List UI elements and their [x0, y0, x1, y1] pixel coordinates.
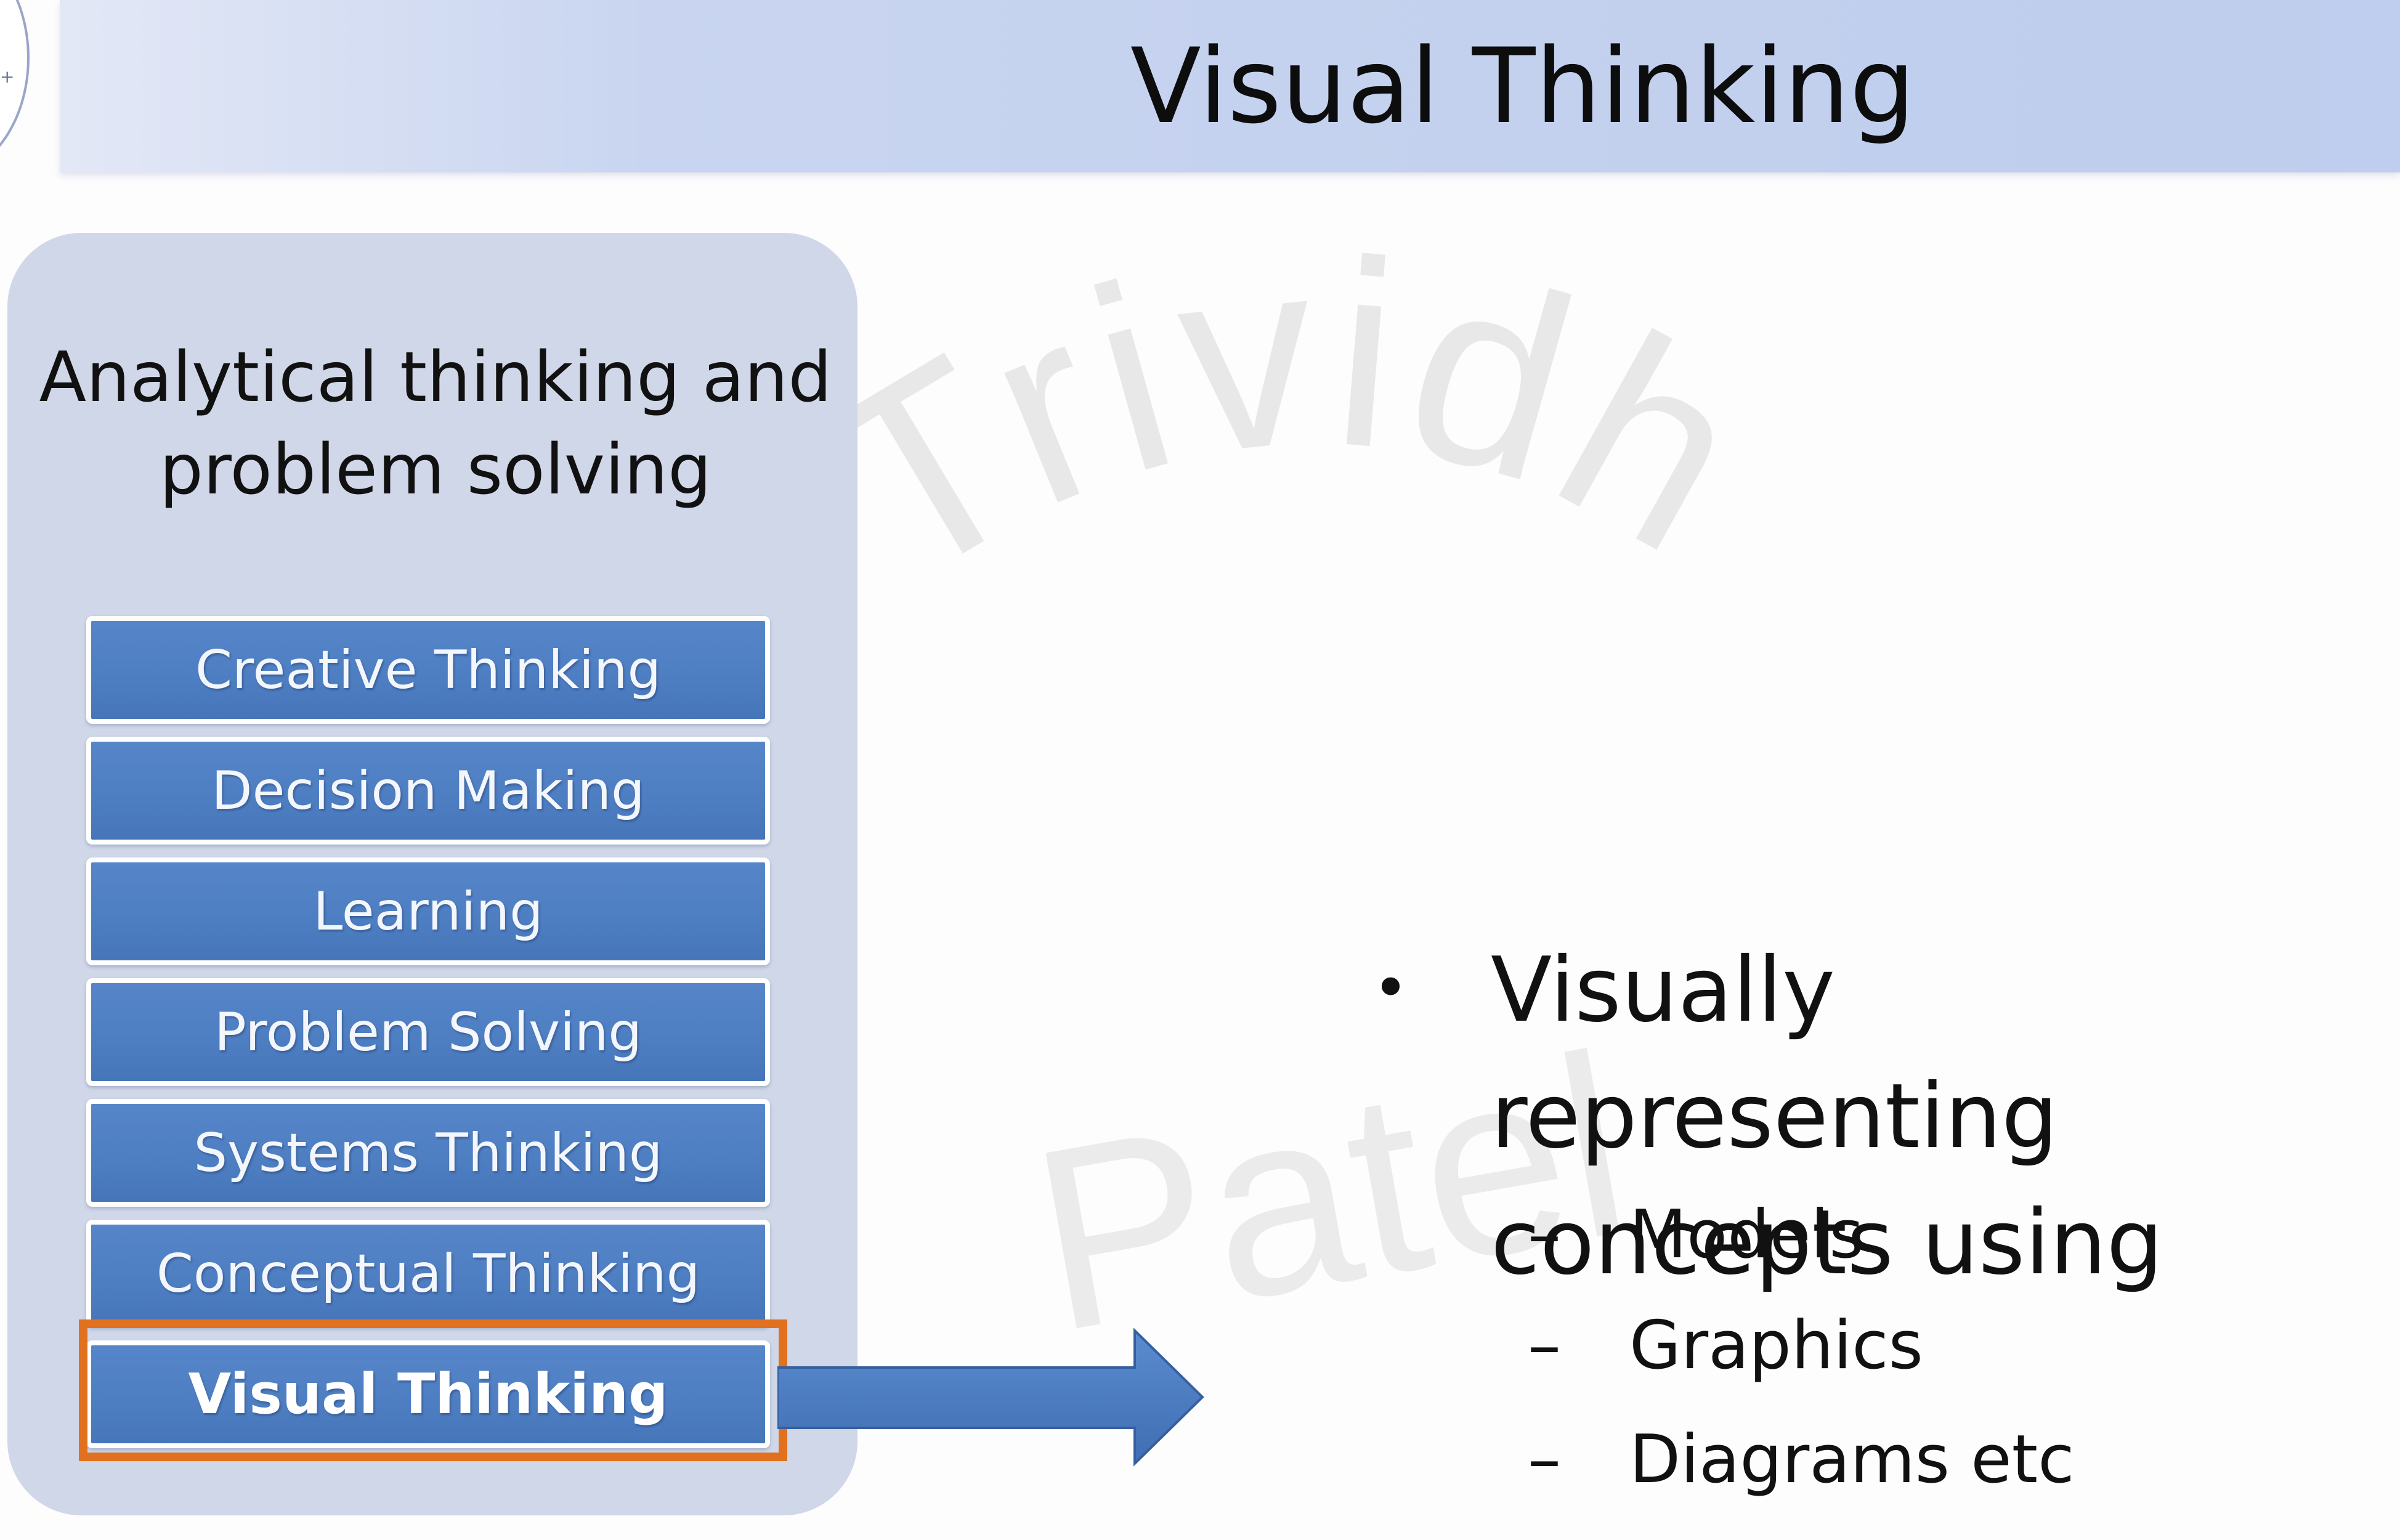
watermark-word-1: Trividh: [781, 201, 1786, 637]
sub-bullet-models: – Models: [1528, 1189, 2329, 1281]
svg-text:Trividh: Trividh: [781, 201, 1793, 637]
topic-item-decision-making[interactable]: Decision Making: [86, 737, 770, 845]
dash-icon: –: [1528, 1421, 1561, 1498]
topic-item-conceptual-thinking[interactable]: Conceptual Thinking: [86, 1220, 770, 1327]
right-arrow-icon: [777, 1327, 1204, 1467]
panel-heading-line-1: Analytical thinking and: [39, 338, 832, 418]
slide-title: Visual Thinking: [1130, 26, 1916, 147]
selected-item-highlight: [79, 1319, 787, 1461]
sub-bullet-text: Diagrams etc: [1629, 1421, 2075, 1498]
sub-bullet-text: Graphics: [1629, 1307, 1923, 1384]
dash-icon: –: [1528, 1196, 1561, 1273]
topic-item-creative-thinking[interactable]: Creative Thinking: [86, 616, 770, 724]
logo-mark-icon: +: [0, 67, 15, 87]
bullet-line-1: Visually representing: [1491, 938, 2059, 1169]
sub-bullet-graphics: – Graphics: [1528, 1300, 2329, 1392]
bullet-dot-icon: •: [1372, 952, 1409, 1024]
sub-bullet-diagrams: – Diagrams etc: [1528, 1414, 2329, 1506]
panel-heading: Analytical thinking and problem solving: [26, 331, 845, 516]
sub-bullet-text: Models: [1629, 1196, 1864, 1273]
topic-item-label: Learning: [313, 880, 543, 942]
topic-item-label: Systems Thinking: [193, 1122, 663, 1184]
topic-item-label: Conceptual Thinking: [156, 1242, 700, 1305]
title-banner: Visual Thinking: [60, 0, 2400, 172]
topic-item-label: Decision Making: [211, 760, 645, 822]
topic-item-label: Creative Thinking: [195, 639, 662, 701]
slide: Visual Thinking + Trividh Patel Analytic…: [0, 0, 2400, 1540]
logo-emblem: [0, 0, 30, 177]
topic-item-learning[interactable]: Learning: [86, 857, 770, 965]
dash-icon: –: [1528, 1307, 1561, 1384]
topic-item-problem-solving[interactable]: Problem Solving: [86, 978, 770, 1086]
panel-heading-line-2: problem solving: [159, 430, 712, 510]
topic-item-systems-thinking[interactable]: Systems Thinking: [86, 1099, 770, 1207]
topic-item-label: Problem Solving: [214, 1001, 642, 1063]
